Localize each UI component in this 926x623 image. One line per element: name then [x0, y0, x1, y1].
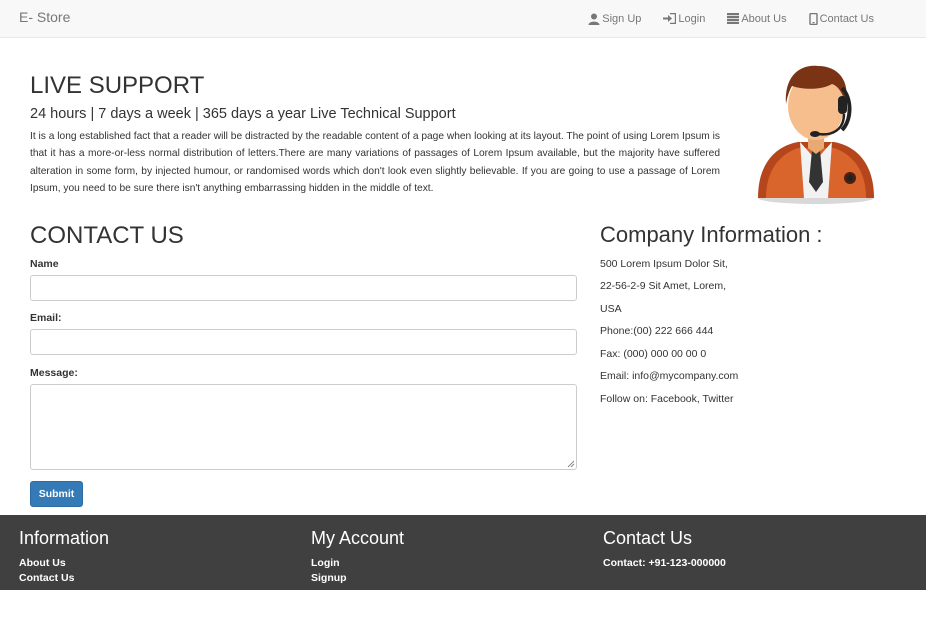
nav-signup-label: Sign Up	[602, 12, 642, 25]
nav-contact-label: Contact Us	[819, 12, 874, 25]
nav-login-label: Login	[678, 12, 706, 25]
footer-signup-link[interactable]: Signup	[311, 572, 347, 584]
submit-button[interactable]: Submit	[30, 481, 83, 507]
contact-us-title: CONTACT US	[30, 222, 184, 249]
footer-contact-link[interactable]: Contact Us	[19, 572, 74, 584]
list-icon	[727, 13, 740, 24]
nav-about-label: About Us	[741, 12, 787, 25]
footer: Information About Us Contact Us My Accou…	[0, 515, 926, 590]
nav-contact-link[interactable]: Contact Us	[808, 12, 874, 25]
nav-signup-link[interactable]: Sign Up	[588, 13, 641, 25]
phone-icon	[808, 12, 818, 25]
live-support-title: LIVE SUPPORT	[30, 72, 205, 99]
name-input[interactable]	[30, 275, 577, 301]
footer-contact-title: Contact Us	[603, 528, 693, 548]
nav-login-link[interactable]: Login	[663, 13, 705, 25]
address-country: USA	[600, 303, 622, 315]
footer-information-title: Information	[19, 528, 110, 548]
email-label: Email:	[30, 312, 62, 324]
message-label: Message:	[30, 367, 78, 379]
footer-my-account-title: My Account	[311, 528, 405, 548]
message-textarea[interactable]	[30, 384, 577, 470]
name-label: Name	[30, 258, 59, 270]
nav-links: Sign Up Login About Us Contact Us	[566, 0, 874, 37]
user-icon	[588, 13, 600, 25]
brand-link[interactable]: E- Store	[19, 9, 70, 25]
email-text: Email: info@mycompany.com	[600, 370, 739, 382]
footer-about-link[interactable]: About Us	[19, 557, 66, 569]
resize-grip-icon[interactable]	[566, 459, 575, 468]
navbar: E- Store Sign Up Login About Us Contact …	[0, 0, 926, 38]
phone-text: Phone:(00) 222 666 444	[600, 325, 714, 337]
address-line-2: 22-56-2-9 Sit Amet, Lorem,	[600, 280, 727, 292]
footer-login-link[interactable]: Login	[311, 557, 340, 569]
login-icon	[663, 13, 677, 24]
company-info-title: Company Information :	[600, 222, 823, 247]
footer-contact-phone: Contact: +91-123-000000	[603, 557, 726, 569]
email-input[interactable]	[30, 329, 577, 355]
follow-text: Follow on: Facebook, Twitter	[600, 393, 734, 405]
live-support-text: It is a long established fact that a rea…	[30, 131, 720, 194]
fax-text: Fax: (000) 000 00 00 0	[600, 348, 707, 360]
live-support-subtitle: 24 hours | 7 days a week | 365 days a ye…	[30, 106, 456, 122]
nav-about-link[interactable]: About Us	[727, 12, 787, 25]
support-agent-image	[758, 65, 874, 204]
address-line-1: 500 Lorem Ipsum Dolor Sit,	[600, 258, 728, 270]
